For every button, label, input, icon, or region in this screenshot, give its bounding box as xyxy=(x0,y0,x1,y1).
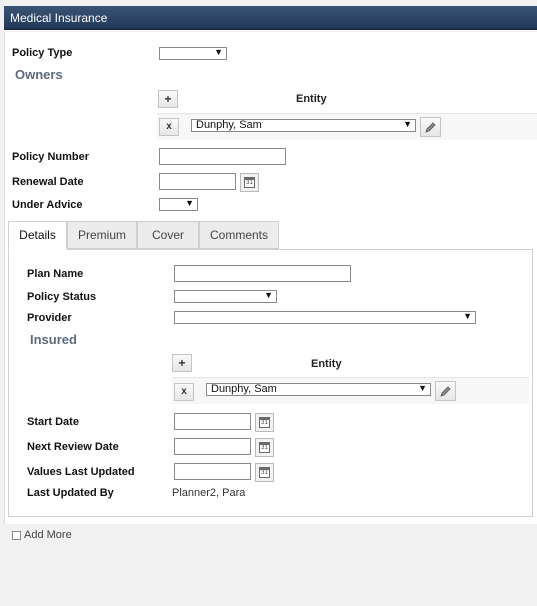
remove-owner-button[interactable]: x xyxy=(159,118,179,136)
policy-status-label: Policy Status xyxy=(27,291,97,303)
policy-status-select[interactable]: ▼ xyxy=(174,290,277,303)
remove-insured-button[interactable]: x xyxy=(174,383,194,401)
next-review-date-calendar-button[interactable]: 31 xyxy=(255,438,274,457)
policy-type-label: Policy Type xyxy=(12,47,73,59)
calendar-icon: 31 xyxy=(259,442,270,453)
add-more-checkbox[interactable] xyxy=(12,531,21,540)
provider-select[interactable]: ▼ xyxy=(174,311,476,324)
calendar-day-text: 31 xyxy=(261,445,268,451)
insured-entity-value: Dunphy, Sam xyxy=(211,383,277,395)
policy-type-select[interactable]: ▼ xyxy=(159,47,227,60)
values-last-updated-input[interactable] xyxy=(174,463,251,480)
tab-comments[interactable]: Comments xyxy=(199,221,279,249)
pencil-icon xyxy=(425,122,436,133)
insured-heading: Insured xyxy=(30,332,77,347)
owner-entity-select[interactable]: Dunphy, Sam ▼ xyxy=(191,119,416,132)
renewal-date-label: Renewal Date xyxy=(12,176,84,188)
values-last-updated-label: Values Last Updated xyxy=(27,466,135,478)
owner-entity-value: Dunphy, Sam xyxy=(196,119,262,131)
plan-name-label: Plan Name xyxy=(27,268,84,280)
edit-owner-button[interactable] xyxy=(420,117,441,137)
policy-number-label: Policy Number xyxy=(12,151,90,163)
window-title: Medical Insurance xyxy=(4,6,537,30)
add-owner-button[interactable]: + xyxy=(158,90,178,108)
calendar-icon: 31 xyxy=(259,467,270,478)
start-date-label: Start Date xyxy=(27,416,79,428)
owners-heading: Owners xyxy=(15,67,63,82)
calendar-day-text: 31 xyxy=(246,180,253,186)
chevron-down-icon: ▼ xyxy=(185,198,194,208)
insured-entity-select[interactable]: Dunphy, Sam ▼ xyxy=(206,383,431,396)
tab-premium[interactable]: Premium xyxy=(67,221,137,249)
under-advice-select[interactable]: ▼ xyxy=(159,198,198,211)
start-date-input[interactable] xyxy=(174,413,251,430)
x-icon: x xyxy=(166,121,172,132)
start-date-calendar-button[interactable]: 31 xyxy=(255,413,274,432)
chevron-down-icon: ▼ xyxy=(403,119,412,129)
plus-icon: + xyxy=(178,356,186,370)
pencil-icon xyxy=(440,386,451,397)
calendar-icon: 31 xyxy=(244,177,255,188)
tab-cover[interactable]: Cover xyxy=(137,221,199,249)
last-updated-by-label: Last Updated By xyxy=(27,487,114,499)
under-advice-label: Under Advice xyxy=(12,199,83,211)
owner-entity-header: Entity xyxy=(296,93,327,105)
plus-icon: + xyxy=(164,92,172,106)
insured-entity-header: Entity xyxy=(311,358,342,370)
chevron-down-icon: ▼ xyxy=(214,47,223,57)
chevron-down-icon: ▼ xyxy=(264,290,273,300)
x-icon: x xyxy=(181,386,187,397)
provider-label: Provider xyxy=(27,312,72,324)
add-more-label: Add More xyxy=(24,529,72,541)
policy-number-input[interactable] xyxy=(159,148,286,165)
values-last-updated-calendar-button[interactable]: 31 xyxy=(255,463,274,482)
calendar-day-text: 31 xyxy=(261,420,268,426)
renewal-date-calendar-button[interactable]: 31 xyxy=(240,173,259,192)
chevron-down-icon: ▼ xyxy=(418,383,427,393)
tab-details[interactable]: Details xyxy=(8,221,67,249)
calendar-day-text: 31 xyxy=(261,470,268,476)
next-review-date-input[interactable] xyxy=(174,438,251,455)
chevron-down-icon: ▼ xyxy=(463,311,472,321)
next-review-date-label: Next Review Date xyxy=(27,441,119,453)
add-insured-button[interactable]: + xyxy=(172,354,192,372)
renewal-date-input[interactable] xyxy=(159,173,236,190)
calendar-icon: 31 xyxy=(259,417,270,428)
edit-insured-button[interactable] xyxy=(435,381,456,401)
last-updated-by-value: Planner2, Para xyxy=(172,487,246,499)
plan-name-input[interactable] xyxy=(174,265,351,282)
